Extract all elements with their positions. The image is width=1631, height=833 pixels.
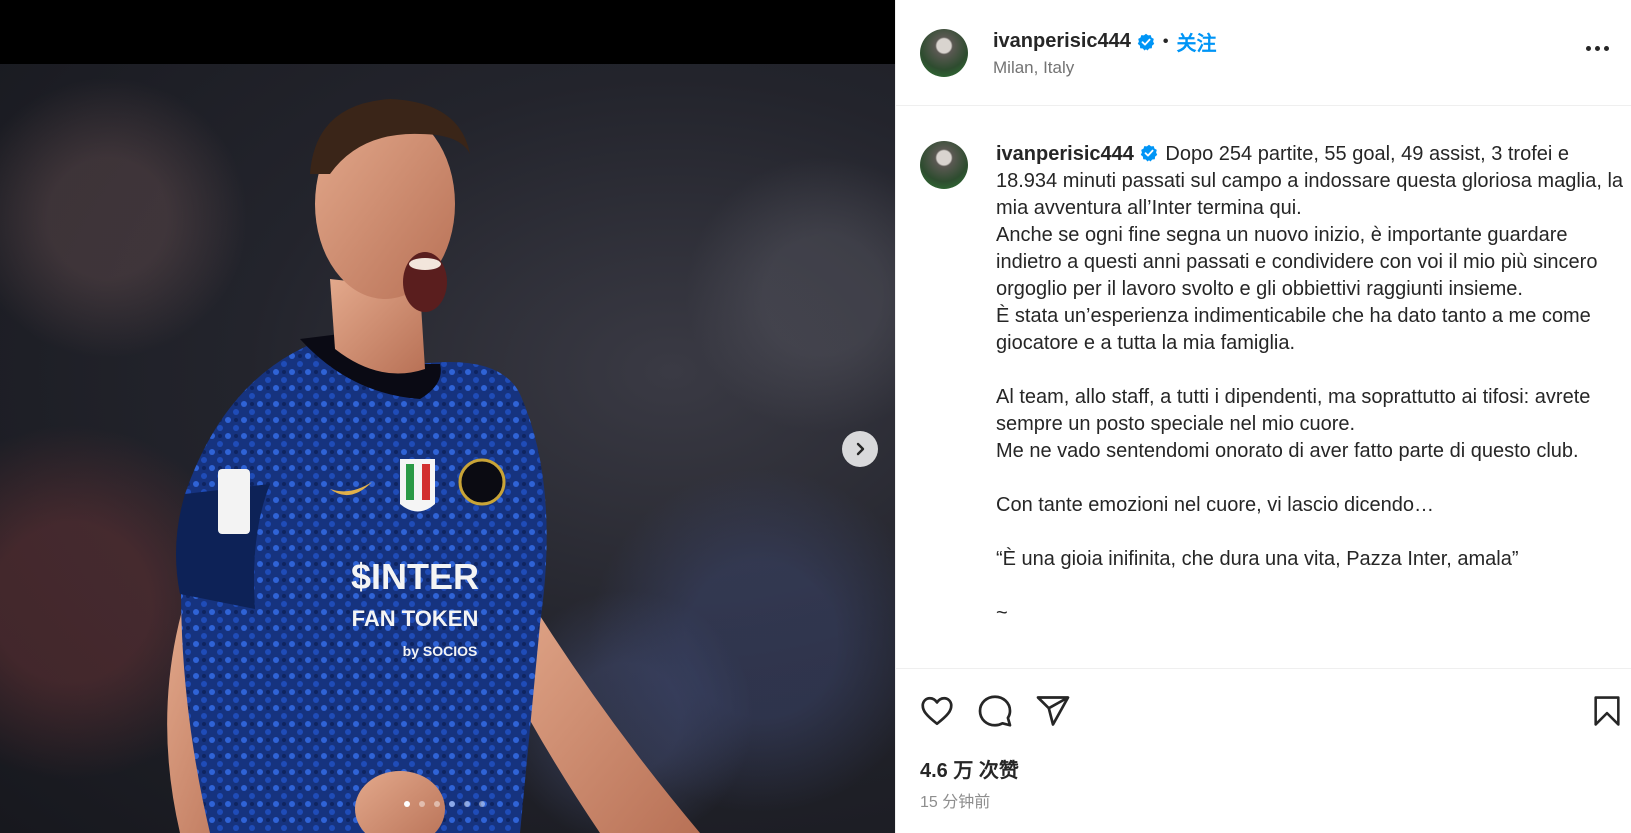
carousel-dot [464,801,470,807]
post-timestamp[interactable]: 15 分钟前 [920,788,990,812]
post-panel: ivanperisic444 • 关注 Milan, Italy ivanper… [895,0,1631,833]
sponsor-line-1: $INTER [351,556,479,597]
carousel-dot [404,801,410,807]
caption-text: Dopo 254 partite, 55 goal, 49 assist, 3 … [996,143,1624,624]
post-header: ivanperisic444 • 关注 Milan, Italy [896,0,1631,106]
sponsor-line-2: FAN TOKEN [352,606,479,631]
more-options-button[interactable] [1580,40,1615,57]
post-media: $INTER FAN TOKEN by SOCIOS [0,0,895,833]
carousel-indicator [404,801,485,807]
carousel-dot [419,801,425,807]
action-bar: 4.6 万 次赞 15 分钟前 [896,668,1631,833]
verified-badge-icon [1140,144,1158,162]
carousel-dot [479,801,485,807]
verified-badge-icon [1137,33,1155,50]
player-illustration: $INTER FAN TOKEN by SOCIOS [167,99,700,833]
likes-count[interactable]: 4.6 万 次赞 [920,754,1019,783]
carousel-dot [434,801,440,807]
heart-icon[interactable] [918,693,956,729]
next-slide-button[interactable] [842,431,878,467]
avatar[interactable] [920,29,968,77]
post-location[interactable]: Milan, Italy [993,58,1074,78]
carousel-dot [449,801,455,807]
author-line: ivanperisic444 • 关注 [993,27,1216,56]
caption-avatar[interactable] [920,141,968,189]
separator-dot: • [1162,32,1169,50]
follow-button[interactable]: 关注 [1176,27,1216,56]
caption-username[interactable]: ivanperisic444 [996,143,1134,165]
comment-icon[interactable] [976,693,1014,729]
sponsor-line-3: by SOCIOS [403,643,478,659]
post-photo: $INTER FAN TOKEN by SOCIOS [0,64,895,833]
caption-area: ivanperisic444 Dopo 254 partite, 55 goal… [896,107,1631,667]
author-username[interactable]: ivanperisic444 [993,30,1131,53]
chevron-right-icon [856,442,865,456]
more-horizontal-icon [1586,46,1591,51]
paper-plane-icon[interactable] [1034,693,1072,729]
bookmark-icon[interactable] [1590,693,1624,729]
post-caption: ivanperisic444 Dopo 254 partite, 55 goal… [996,141,1626,627]
